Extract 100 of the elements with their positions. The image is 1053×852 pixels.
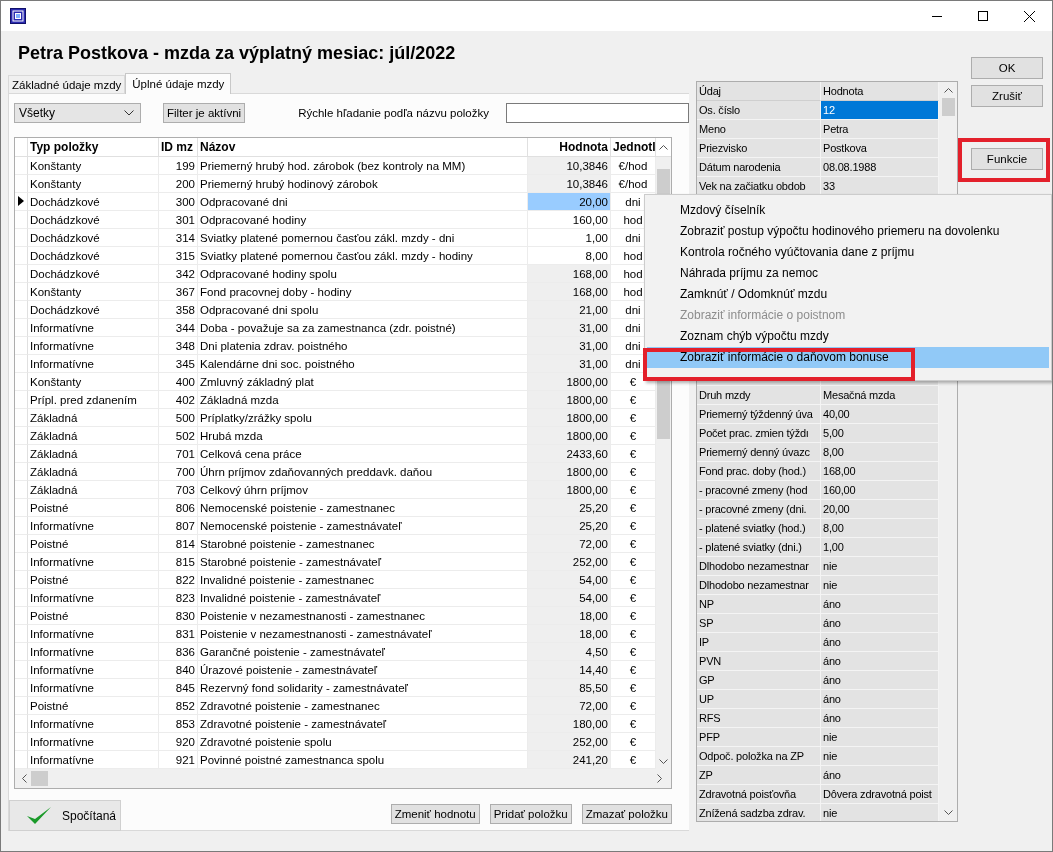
type-dropdown[interactable]: Všetky	[14, 103, 142, 124]
property-value[interactable]: nie	[821, 576, 939, 595]
property-label: Dlhodobo nezamestnar	[697, 557, 821, 576]
column-header[interactable]: ID mz	[159, 137, 198, 156]
scroll-right-icon[interactable]	[657, 773, 663, 783]
column-header[interactable]: Údaj	[697, 82, 821, 101]
scroll-up-icon[interactable]	[659, 143, 668, 150]
table-cell: Nemocenské poistenie - zamestnávateľ	[198, 516, 528, 535]
property-label: - pracovné zmeny (dni.	[697, 500, 821, 519]
property-value[interactable]: áno	[821, 633, 939, 652]
property-value[interactable]: 1,00	[821, 538, 939, 557]
table-cell: 502	[159, 426, 198, 445]
table-cell: Priemerný hrubý hodinový zárobok	[198, 174, 528, 193]
property-value[interactable]: Mesačná mzda	[821, 386, 939, 405]
property-label: ZP	[697, 766, 821, 785]
table-cell: 402	[159, 390, 198, 409]
column-header[interactable]: Jednotl	[611, 137, 656, 156]
property-label: Druh mzdy	[697, 386, 821, 405]
property-value[interactable]: Petra	[821, 120, 939, 139]
tab[interactable]: Úplné údaje mzdy	[125, 73, 232, 94]
table-cell: Informatívne	[28, 660, 159, 679]
property-label: Dlhodobo nezamestnar	[697, 576, 821, 595]
scroll-thumb[interactable]	[31, 770, 48, 786]
table-cell: Starobné poistenie - zamestnávateľ	[198, 552, 528, 571]
property-label: Os. číslo	[697, 101, 821, 120]
property-value[interactable]: áno	[821, 652, 939, 671]
property-value[interactable]: áno	[821, 671, 939, 690]
table-cell: Sviatky platené pomernou časťou zákl. mzdy - hodiny	[198, 246, 528, 265]
row-header[interactable]	[15, 192, 28, 211]
property-value[interactable]: 20,00	[821, 500, 939, 519]
table-action-button[interactable]: Zmeniť hodnotu	[390, 804, 480, 824]
column-header[interactable]: Typ položky	[28, 137, 159, 156]
filter-button[interactable]: Filter je aktívni	[163, 103, 246, 124]
table-cell: 314	[159, 228, 198, 247]
property-value[interactable]: nie	[821, 557, 939, 576]
table-cell: 823	[159, 588, 198, 607]
chevron-down-icon	[124, 110, 135, 117]
scroll-left-icon[interactable]	[21, 773, 27, 783]
property-value[interactable]: 160,00	[821, 481, 939, 500]
property-label: Priezvisko	[697, 139, 821, 158]
property-value[interactable]: áno	[821, 766, 939, 785]
table-cell: 400	[159, 372, 198, 391]
property-label: SP	[697, 614, 821, 633]
tab[interactable]: Základné údaje mzdy	[8, 75, 126, 93]
table-action-button[interactable]: Zmazať položku	[581, 804, 672, 824]
scroll-down-icon[interactable]	[659, 758, 668, 765]
dialog-button[interactable]: OK	[971, 57, 1043, 79]
table-cell: Celkový úhrn príjmov	[198, 480, 528, 499]
scroll-thumb[interactable]	[941, 98, 955, 116]
property-value[interactable]: 40,00	[821, 405, 939, 424]
table-cell: Celková cena práce	[198, 444, 528, 463]
table-cell: 840	[159, 660, 198, 679]
table-cell: Dni platenia zdrav. poistného	[198, 336, 528, 355]
property-label: Fond prac. doby (hod.)	[697, 462, 821, 481]
property-value[interactable]: 08.08.1988	[821, 158, 939, 177]
property-value[interactable]: nie	[821, 804, 939, 821]
property-label: - platené sviatky (dni.)	[697, 538, 821, 557]
functions-button[interactable]: Funkcie	[971, 148, 1043, 170]
table-cell: Základná	[28, 462, 159, 481]
property-value[interactable]: áno	[821, 595, 939, 614]
table-cell: Informatívne	[28, 714, 159, 733]
property-value[interactable]: Postkova	[821, 139, 939, 158]
column-header[interactable]: Hodnota	[528, 137, 611, 156]
property-label: NP	[697, 595, 821, 614]
property-label: PFP	[697, 728, 821, 747]
table-cell: 700	[159, 462, 198, 481]
property-value[interactable]: 12	[821, 101, 939, 120]
table-cell: Zdravotné poistenie - zamestnávateľ	[198, 714, 528, 733]
property-value[interactable]: 5,00	[821, 424, 939, 443]
property-value[interactable]: 8,00	[821, 519, 939, 538]
table-cell: 358	[159, 300, 198, 319]
property-value[interactable]: 8,00	[821, 443, 939, 462]
search-field[interactable]	[506, 103, 689, 124]
table-cell: 703	[159, 480, 198, 499]
table-cell: Konštanty	[28, 282, 159, 301]
table-action-button[interactable]: Pridať položku	[489, 804, 572, 824]
table-cell: Poistné	[28, 498, 159, 517]
property-value[interactable]: nie	[821, 728, 939, 747]
property-value[interactable]: 168,00	[821, 462, 939, 481]
property-value[interactable]: áno	[821, 614, 939, 633]
column-header[interactable]: Hodnota	[821, 82, 939, 101]
table-cell: 348	[159, 336, 198, 355]
table-cell: Zmluvný základný plat	[198, 372, 528, 391]
table-cell: Doba - považuje sa za zamestnanca (zdr. poistné)	[198, 318, 528, 337]
property-value[interactable]: áno	[821, 690, 939, 709]
table-cell: 342	[159, 264, 198, 283]
table-cell: Kalendárne dni soc. poistného	[198, 354, 528, 373]
property-value[interactable]: Dôvera zdravotná poist	[821, 785, 939, 804]
dialog-button[interactable]: Zrušiť	[971, 85, 1043, 107]
column-header[interactable]: Názov	[198, 137, 528, 156]
table-cell: Poistenie v nezamestnanosti - zamestnanec	[198, 606, 528, 625]
table-cell: Konštanty	[28, 156, 159, 175]
table-cell: Priemerný hrubý hod. zárobok (bez kontroly na MM)	[198, 156, 528, 175]
property-label: - pracovné zmeny (hod	[697, 481, 821, 500]
scroll-down-icon[interactable]	[943, 810, 953, 816]
property-value[interactable]: nie	[821, 747, 939, 766]
property-value[interactable]: áno	[821, 709, 939, 728]
scroll-up-icon[interactable]	[943, 87, 953, 93]
property-label: Zdravotná poisťovňa	[697, 785, 821, 804]
table-cell: Nemocenské poistenie - zamestnanec	[198, 498, 528, 517]
